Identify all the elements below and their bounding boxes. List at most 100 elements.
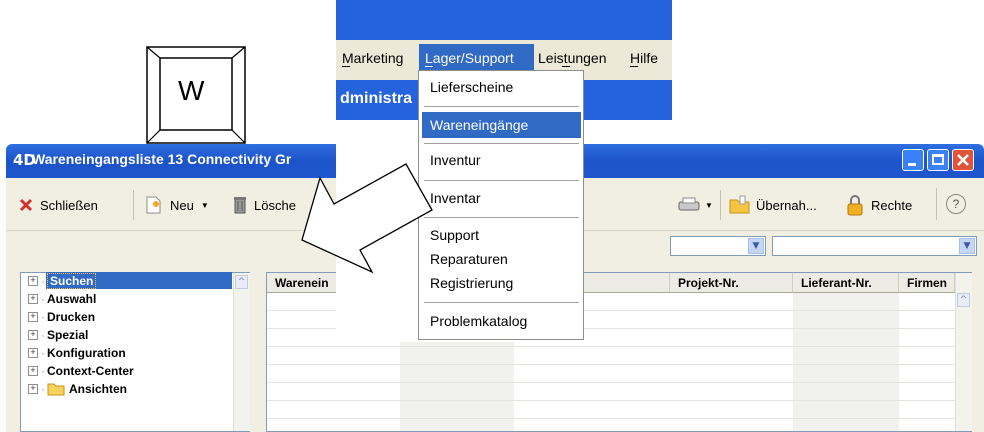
tree-item-drucken[interactable]: + · Drucken [28,308,95,325]
take-over-button[interactable]: Übernah... [728,194,817,216]
grid-scrollbar[interactable]: ^ [955,273,972,431]
filter-combo-2[interactable]: ▼ [772,236,977,256]
filter-combo-1[interactable]: ▼ [670,236,766,256]
key-label: W [178,75,205,106]
delete-button[interactable]: Lösche [232,194,296,216]
tree-item-label: Ansichten [69,381,128,396]
grid-row-line [267,346,955,347]
tree-connector: · [41,363,45,378]
trash-icon [234,197,246,214]
tree-item-spezial[interactable]: + · Spezial [28,326,88,343]
menu-item-problemkatalog[interactable]: Problemkatalog [430,313,527,329]
tree-scrollbar[interactable]: ^ [233,273,250,431]
menu-item-lieferscheine[interactable]: Lieferscheine [430,79,513,95]
folder-open-icon [729,195,750,214]
chevron-down-icon: ▼ [748,238,764,254]
minimize-icon [908,163,916,166]
grid-column-shade [793,293,899,431]
menu-label: Hilfe [630,50,659,66]
tree-item-label: Drucken [47,309,96,324]
menu-item-reparaturen[interactable]: Reparaturen [430,251,508,267]
tree-item-label: Suchen [47,272,97,289]
admin-text: dministra [340,90,413,107]
menu-hilfe[interactable]: Hilfe [630,50,658,66]
tree-item-label: Spezial [47,327,89,342]
menu-separator [424,106,579,107]
menu-separator [424,217,579,218]
mnemonic-underline [425,66,433,67]
minimize-button[interactable] [902,149,924,171]
tree-connector: · [41,327,45,342]
column-header-firmen[interactable]: Firmen [899,273,955,293]
scroll-up-icon[interactable]: ^ [235,275,248,289]
close-icon [957,154,969,166]
tree-item-label: Konfiguration [47,345,126,360]
tree-item-label: Auswahl [47,291,97,306]
tree-connector: · [41,291,45,306]
column-header-projekt-nr[interactable]: Projekt-Nr. [670,273,793,293]
grid-row-line [267,364,955,365]
tree-item-context-center[interactable]: + · Context-Center [28,362,134,379]
lock-icon [847,195,863,216]
mnemonic-underline [630,66,638,67]
menu-label: Leistungen [538,50,607,66]
close-button[interactable]: Schließen [18,194,98,216]
tree-item-auswahl[interactable]: + · Auswahl [28,290,96,307]
chevron-down-icon: ▼ [705,200,713,210]
toolbar-separator [720,190,721,220]
rights-button[interactable]: Rechte [845,194,912,216]
grid-row-line [267,400,955,401]
menu-separator [424,302,579,303]
expand-icon[interactable]: + [28,329,38,340]
take-over-button-label: Übernah... [756,197,817,213]
tree-connector: · [41,273,45,288]
chevron-down-icon: ▼ [200,200,209,210]
print-button[interactable]: ▼ [677,194,713,216]
tree-item-label: Context-Center [47,363,134,378]
new-document-icon [146,196,161,214]
tree-connector: · [41,345,45,360]
expand-icon[interactable]: + [28,275,38,286]
rights-button-label: Rechte [871,197,913,213]
column-header-lieferant-nr[interactable]: Lieferant-Nr. [793,273,899,293]
tree-item-ansichten[interactable]: + · Ansichten [28,380,127,397]
menu-item-registrierung[interactable]: Registrierung [430,275,513,291]
window-title: Wareneingangsliste 13 Connectivity Gr [32,151,292,167]
expand-icon[interactable]: + [28,383,38,394]
new-button[interactable]: Neu ▼ [143,194,209,216]
menu-marketing[interactable]: Marketing [342,50,403,66]
pointer-arrow-icon [301,163,433,274]
toolbar-separator [133,190,134,220]
maximize-button[interactable] [927,149,949,171]
menu-label: Marketing [342,50,404,66]
red-x-icon [19,198,33,212]
tree-connector: · [41,309,45,324]
close-button-label: Schließen [40,197,98,213]
grid-row-line [267,382,955,383]
expand-icon[interactable]: + [28,311,38,322]
menu-leistungen[interactable]: Leistungen [538,50,607,66]
maximize-icon [932,154,944,165]
expand-icon[interactable]: + [28,293,38,304]
menu-separator [424,180,579,181]
expand-icon[interactable]: + [28,347,38,358]
tree-connector: · [41,381,45,396]
help-icon[interactable]: ? [946,194,966,214]
menu-label: Lager/Support [425,50,514,66]
expand-icon[interactable]: + [28,365,38,376]
scroll-up-icon[interactable]: ^ [957,293,970,307]
printer-icon [678,197,700,211]
menu-lager-support[interactable]: Lager/Support [425,50,514,66]
mnemonic-underline [342,66,350,67]
folder-icon [47,383,65,395]
grid-row-line [267,418,955,419]
menu-screenshot-top [336,0,672,40]
tree-item-suchen[interactable]: + · Suchen [28,272,97,289]
chevron-down-icon: ▼ [959,238,975,254]
mnemonic-underline [562,66,570,67]
toolbar-separator [936,188,937,220]
new-button-label: Neu [170,197,194,213]
menu-item-wareneingaenge[interactable]: Wareneingänge [430,117,528,133]
close-window-button[interactable] [952,149,974,171]
tree-item-konfiguration[interactable]: + · Konfiguration [28,344,126,361]
